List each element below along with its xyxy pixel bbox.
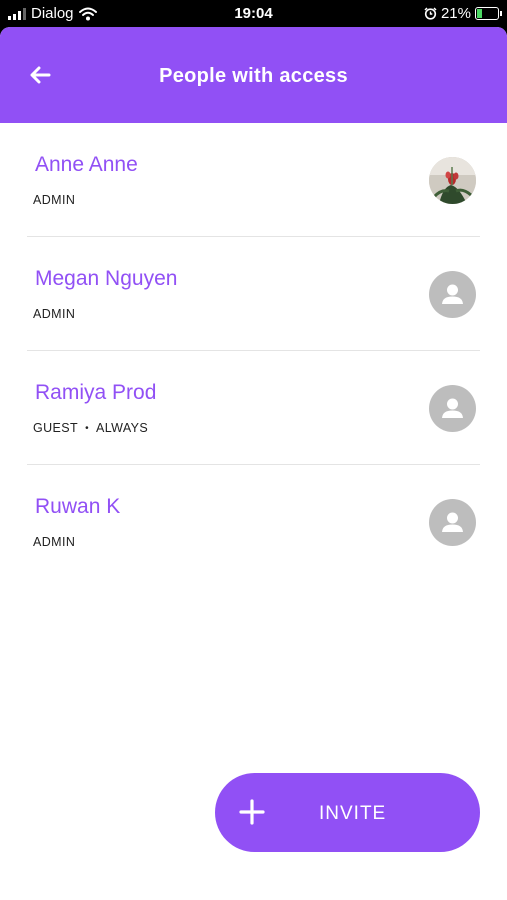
people-list: Anne Anne ADMIN Megan Nguyen ADMIN Ramiy… (0, 123, 507, 578)
person-name: Ramiya Prod (35, 381, 157, 404)
invite-label: INVITE (319, 803, 387, 824)
role-label: ADMIN (33, 193, 76, 207)
people-screen: People with access Anne Anne ADMIN Megan… (0, 27, 507, 900)
person-row[interactable]: Ruwan K ADMIN (27, 465, 480, 578)
role-label: ADMIN (33, 307, 76, 321)
default-person-icon (429, 385, 476, 432)
person-role: ADMIN (33, 193, 75, 207)
avatar-photo (429, 157, 476, 204)
role-label: ADMIN (33, 535, 76, 549)
person-name: Megan Nguyen (35, 267, 178, 290)
person-row[interactable]: Anne Anne ADMIN (27, 123, 480, 237)
invite-button[interactable]: INVITE (215, 773, 480, 852)
battery-percent: 21% (440, 5, 471, 22)
person-row[interactable]: Megan Nguyen ADMIN (27, 237, 480, 351)
role-label: GUEST (33, 421, 79, 435)
battery-charging-icon (475, 7, 502, 20)
app-bar: People with access (0, 27, 507, 123)
status-right: 21% (424, 5, 502, 22)
avatar (429, 157, 476, 204)
person-role: ADMIN (33, 307, 75, 321)
access-label: ALWAYS (95, 421, 149, 435)
person-role: GUEST • ALWAYS (33, 421, 148, 435)
separator-dot: • (85, 422, 89, 434)
person-role: ADMIN (33, 535, 75, 549)
plus-icon (239, 799, 265, 825)
person-name: Anne Anne (35, 153, 138, 176)
person-name: Ruwan K (35, 495, 121, 518)
default-person-icon (429, 271, 476, 318)
person-row[interactable]: Ramiya Prod GUEST • ALWAYS (27, 351, 480, 465)
default-person-icon (429, 499, 476, 546)
status-bar: Dialog 19:04 21% (0, 0, 507, 27)
alarm-icon (424, 7, 437, 20)
page-title: People with access (159, 65, 348, 87)
